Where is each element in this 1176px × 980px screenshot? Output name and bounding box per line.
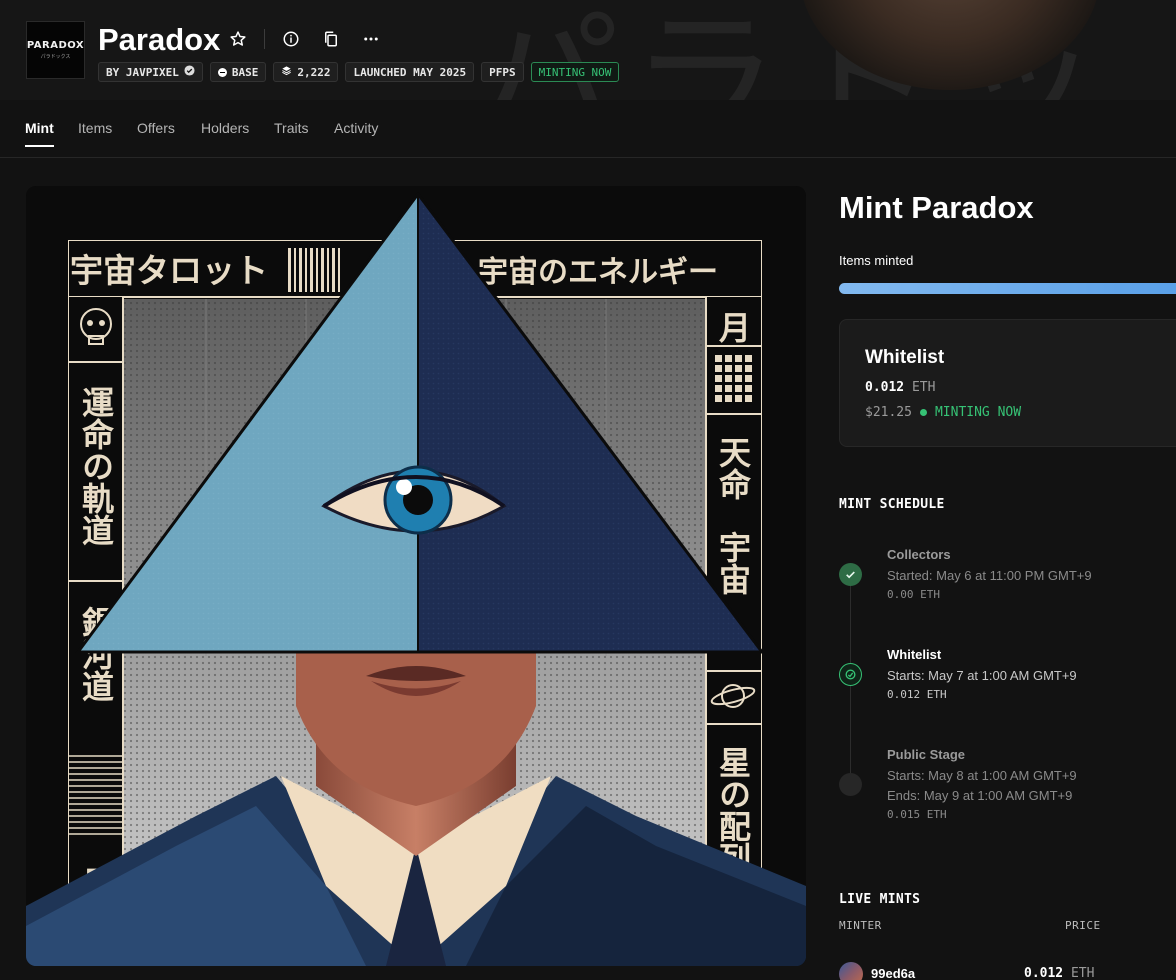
pending-icon [839, 773, 862, 796]
items-minted-label: Items minted [839, 253, 914, 268]
stage-time: Started: May 6 at 11:00 PM GMT+9 [887, 568, 1092, 583]
avatar[interactable] [839, 962, 863, 980]
stage-price: 0.00 ETH [887, 588, 940, 601]
logo-subtext: パラドックス [40, 54, 71, 60]
tab-activity[interactable]: Activity [334, 120, 378, 136]
collection-banner: パラドッ PARADOX パラドックス Paradox BY JAVPIXEL … [0, 0, 1176, 100]
mint-progress-bar [839, 283, 1176, 294]
info-icon[interactable] [279, 27, 303, 51]
collection-tabs: Mint Items Offers Holders Traits Activit… [0, 100, 1176, 158]
stage-name: Whitelist [887, 647, 942, 662]
launch-chip: LAUNCHED MAY 2025 [345, 62, 475, 82]
tab-offers[interactable]: Offers [137, 120, 175, 136]
art-title-right: 宇宙のエネルギー [478, 255, 718, 290]
stage-time: Starts: May 7 at 1:00 AM GMT+9 [887, 668, 1077, 683]
supply-label: 2,222 [297, 65, 331, 79]
current-stage-price-value: 0.012 [865, 380, 905, 395]
art-right-column-1: 月 [714, 311, 752, 343]
copy-icon[interactable] [319, 27, 343, 51]
artwork-illustration: 宇宙タロット 宇宙のエネルギー 運命の軌道 銀河道 日 月 天命 宇宙 星の配列 [26, 186, 806, 966]
chain-label: BASE [231, 65, 259, 79]
star-icon[interactable] [226, 27, 250, 51]
current-stage-usd-row: $21.25 MINTING NOW [865, 405, 1021, 420]
schedule-stage-public[interactable]: Public Stage Starts: May 8 at 1:00 AM GM… [887, 747, 1077, 821]
supply-chip: 2,222 [273, 62, 339, 82]
header-divider [264, 29, 265, 49]
creator-chip[interactable]: BY JAVPIXEL [98, 62, 203, 82]
logo-text: PARADOX [26, 40, 85, 51]
current-stage-usd: $21.25 [865, 405, 912, 420]
live-mint-price: 0.012 ETH [1024, 966, 1094, 980]
art-left-column-1: 運命の軌道 [77, 386, 115, 546]
tab-holders[interactable]: Holders [201, 120, 249, 136]
chain-chip[interactable]: BASE [209, 62, 267, 82]
tab-mint[interactable]: Mint [25, 120, 54, 136]
mint-title: Mint Paradox [839, 190, 1034, 225]
tab-items[interactable]: Items [78, 120, 112, 136]
verified-badge-icon [184, 65, 195, 79]
tab-traits[interactable]: Traits [274, 120, 308, 136]
art-right-column-3: 宇宙 [714, 531, 752, 595]
stage-name: Public Stage [887, 747, 966, 762]
live-mint-minter[interactable]: 99ed6a [871, 966, 915, 980]
featured-artwork: 宇宙タロット 宇宙のエネルギー 運命の軌道 銀河道 日 月 天命 宇宙 星の配列 [26, 186, 806, 966]
art-right-column-2: 天命 [714, 436, 752, 500]
status-dot-icon [919, 409, 927, 416]
schedule-stage-whitelist[interactable]: Whitelist Starts: May 7 at 1:00 AM GMT+9… [887, 647, 1077, 701]
stage-price: 0.012 ETH [887, 688, 947, 701]
check-icon [839, 563, 862, 586]
minter-column-header: MINTER [839, 919, 882, 932]
current-stage-card: Whitelist 0.012 ETH $21.25 MINTING NOW [839, 319, 1176, 447]
stage-end-time: Ends: May 9 at 1:00 AM GMT+9 [887, 788, 1073, 803]
header-actions [226, 27, 383, 51]
collection-chips: BY JAVPIXEL BASE 2,222 LAUNCHED MAY 2025… [98, 62, 620, 82]
current-stage-name: Whitelist [865, 347, 945, 368]
live-mint-price-value: 0.012 [1024, 966, 1064, 980]
collection-name: Paradox [98, 22, 221, 57]
minting-status-chip: MINTING NOW [530, 62, 620, 82]
active-tab-indicator [25, 145, 54, 147]
live-mint-price-currency: ETH [1070, 966, 1095, 980]
current-stage-status: MINTING NOW [934, 405, 1022, 420]
category-chip[interactable]: PFPS [481, 62, 524, 82]
minting-status-label: MINTING NOW [538, 65, 612, 79]
price-column-header: PRICE [1065, 919, 1101, 932]
schedule-stage-collectors[interactable]: Collectors Started: May 6 at 11:00 PM GM… [887, 547, 1092, 601]
launch-label: LAUNCHED MAY 2025 [353, 65, 467, 79]
in-progress-icon [839, 663, 862, 686]
stage-time: Starts: May 8 at 1:00 AM GMT+9 [887, 768, 1077, 783]
category-label: PFPS [489, 65, 516, 79]
art-title-left: 宇宙タロット [70, 251, 268, 290]
stage-name: Collectors [887, 547, 951, 562]
stage-price: 0.015 ETH [887, 808, 947, 821]
current-stage-price: 0.012 ETH [865, 380, 935, 395]
layers-icon [281, 65, 292, 79]
live-mints-title: LIVE MINTS [839, 892, 921, 907]
current-stage-price-currency: ETH [911, 380, 936, 395]
mint-progress-fill [839, 283, 1176, 294]
mint-schedule-title: MINT SCHEDULE [839, 497, 945, 512]
creator-label: BY JAVPIXEL [106, 65, 179, 79]
collection-logo[interactable]: PARADOX パラドックス [26, 21, 85, 79]
page: パラドッ PARADOX パラドックス Paradox BY JAVPIXEL … [0, 0, 1176, 980]
more-icon[interactable] [359, 27, 383, 51]
base-chain-icon [217, 67, 227, 77]
